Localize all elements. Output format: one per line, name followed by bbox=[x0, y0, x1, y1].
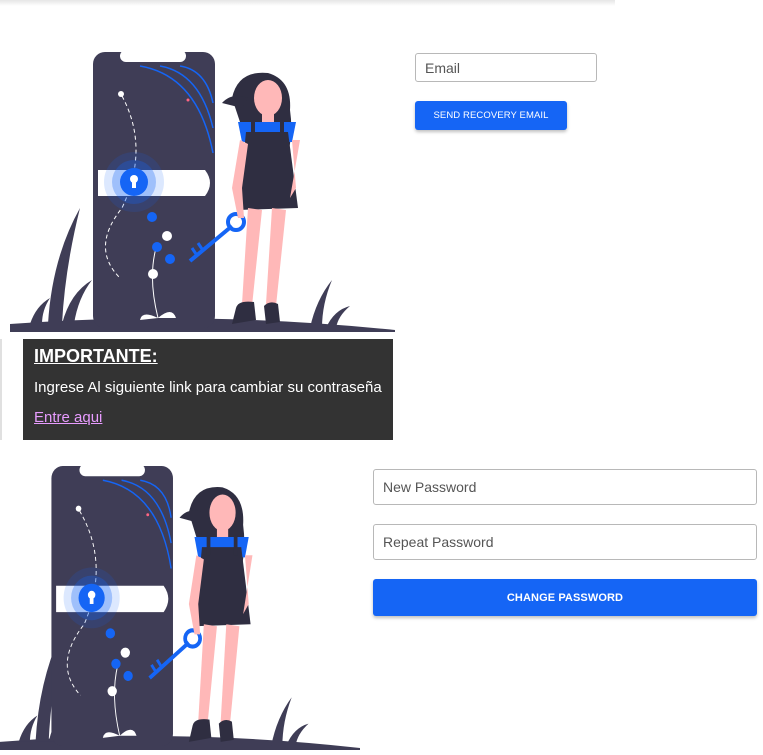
new-password-placeholder: New Password bbox=[383, 479, 477, 495]
notice-title: IMPORTANTE: bbox=[34, 346, 158, 366]
change-password-button[interactable]: CHANGE PASSWORD bbox=[373, 579, 757, 616]
important-notice-box: IMPORTANTE: Ingrese Al siguiente link pa… bbox=[23, 339, 393, 440]
top-shadow-divider bbox=[0, 0, 615, 6]
repeat-password-placeholder: Repeat Password bbox=[383, 534, 494, 550]
email-placeholder: Email bbox=[425, 59, 461, 76]
woman-with-key-illustration bbox=[10, 50, 395, 332]
reset-link[interactable]: Entre aqui bbox=[34, 409, 102, 426]
notice-message: Ingrese Al siguiente link para cambiar s… bbox=[34, 379, 382, 396]
new-password-input[interactable]: New Password bbox=[373, 469, 757, 505]
repeat-password-input[interactable]: Repeat Password bbox=[373, 524, 757, 560]
password-recovery-illustration bbox=[10, 48, 395, 332]
woman-with-key-illustration-2 bbox=[0, 464, 360, 750]
send-recovery-email-button[interactable]: SEND RECOVERY EMAIL bbox=[415, 101, 567, 130]
email-input[interactable]: Email bbox=[415, 53, 597, 82]
notice-edge-bar bbox=[0, 339, 2, 440]
change-password-illustration bbox=[0, 462, 360, 750]
